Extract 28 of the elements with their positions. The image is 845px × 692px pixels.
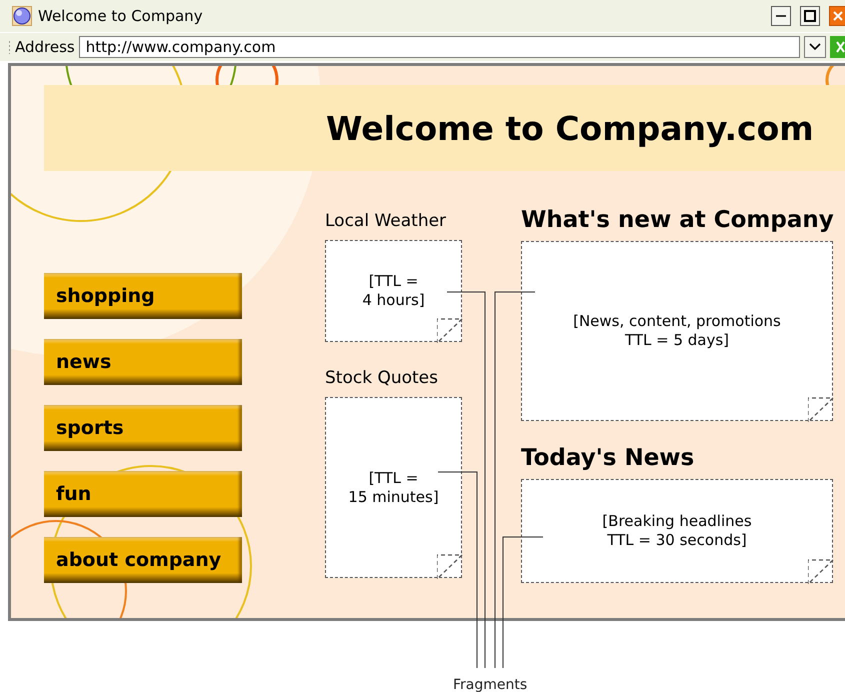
section-title: Local Weather bbox=[325, 211, 448, 231]
nav-button[interactable]: fun bbox=[44, 471, 242, 517]
cross-icon bbox=[835, 41, 845, 53]
section-title: Today's News bbox=[521, 445, 696, 471]
globe-icon bbox=[12, 6, 32, 26]
section-title: Stock Quotes bbox=[325, 368, 439, 388]
fragment-text: [TTL = 15 minutes] bbox=[348, 468, 439, 506]
fragment-text: [TTL = 4 hours] bbox=[362, 272, 425, 310]
grip-icon bbox=[8, 40, 11, 54]
fragment-text: [Breaking headlines TTL = 30 seconds] bbox=[602, 512, 752, 550]
nav-button[interactable]: about company bbox=[44, 537, 242, 583]
address-label: Address bbox=[15, 38, 75, 56]
nav-button[interactable]: shopping bbox=[44, 273, 242, 319]
close-icon bbox=[832, 10, 844, 22]
fragment-text: [News, content, promotions TTL = 5 days] bbox=[573, 312, 781, 350]
address-field[interactable]: http://www.company.com bbox=[78, 36, 800, 58]
annotation-label: Fragments bbox=[453, 677, 528, 692]
maximize-button[interactable] bbox=[800, 6, 820, 26]
minimize-button[interactable] bbox=[771, 6, 791, 26]
dropdown-button[interactable] bbox=[804, 36, 826, 58]
window-title: Welcome to Company bbox=[38, 7, 204, 25]
page-heading: Welcome to Company.com bbox=[326, 108, 814, 148]
close-button[interactable] bbox=[829, 6, 845, 26]
section-title: What's new at Company bbox=[521, 207, 833, 233]
maximize-icon bbox=[804, 10, 816, 22]
nav-button[interactable]: news bbox=[44, 339, 242, 385]
nav-button[interactable]: sports bbox=[44, 405, 242, 451]
chevron-down-icon bbox=[809, 43, 821, 51]
